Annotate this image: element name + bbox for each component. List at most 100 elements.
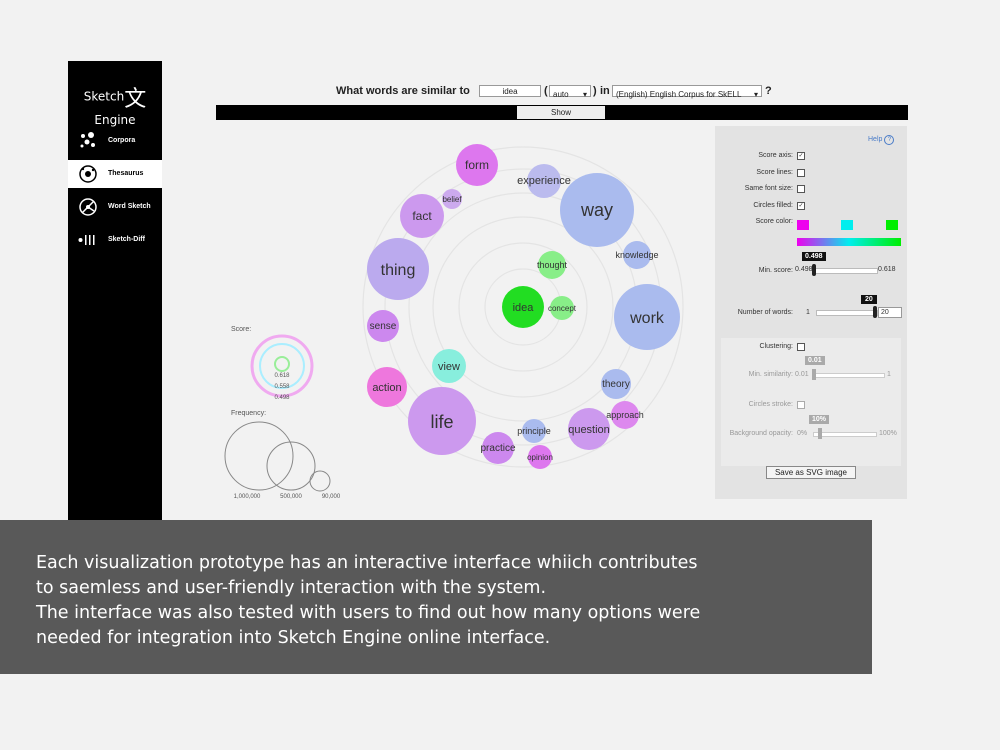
word-bubble[interactable]: approach xyxy=(606,401,644,429)
word-label: life xyxy=(430,412,453,432)
score-lines-label: Score lines: xyxy=(756,169,793,176)
pos-select[interactable]: auto ▾ xyxy=(549,85,591,99)
same-font-size-label: Same font size: xyxy=(744,185,793,192)
word-bubble[interactable]: action xyxy=(367,367,407,407)
sidebar-item-label: Corpora xyxy=(108,137,136,144)
score-lines-checkbox[interactable] xyxy=(797,169,805,177)
word-bubble[interactable]: form xyxy=(456,144,498,186)
score-axis-checkbox[interactable]: ✓ xyxy=(797,152,805,160)
word-label: fact xyxy=(412,209,432,223)
word-label: question xyxy=(568,424,610,436)
bg-opacity-handle[interactable] xyxy=(818,428,822,439)
num-words-label: Number of words: xyxy=(737,309,793,316)
settings-panel: Help ? Score axis: ✓ Score lines: Same f… xyxy=(715,126,907,499)
corpus-select[interactable]: (English) English Corpus for SkELL ▾ xyxy=(612,85,762,99)
word-input[interactable]: idea xyxy=(479,85,541,97)
word-bubble[interactable]: fact xyxy=(400,194,444,238)
help-link[interactable]: Help ? xyxy=(868,135,895,145)
min-score-value: 0.498 xyxy=(802,252,826,261)
word-label: way xyxy=(580,200,613,220)
num-words-left: 1 xyxy=(806,309,810,316)
word-bubble[interactable]: concept xyxy=(548,296,577,320)
num-words-handle[interactable] xyxy=(873,306,877,318)
word-label: theory xyxy=(602,379,630,390)
chevron-down-icon: ▾ xyxy=(753,90,758,99)
sidebar-item-word-sketch[interactable]: Word Sketch xyxy=(68,193,162,221)
word-label: form xyxy=(465,158,489,172)
caption-line: Each visualization prototype has an inte… xyxy=(36,553,698,573)
word-bubble[interactable]: belief xyxy=(442,189,462,209)
word-bubble[interactable]: sense xyxy=(367,310,399,342)
logo-glyph: 文 xyxy=(124,87,147,112)
show-button[interactable]: Show xyxy=(517,106,605,119)
num-words-slider[interactable] xyxy=(816,310,878,316)
word-bubble[interactable]: view xyxy=(432,349,466,383)
min-similarity-slider[interactable] xyxy=(813,373,885,378)
word-label: approach xyxy=(606,410,644,420)
word-label: practice xyxy=(480,443,515,454)
word-bubble[interactable]: thing xyxy=(367,238,429,300)
circles-filled-label: Circles filled: xyxy=(753,202,793,209)
frequency-legend-value: 1,000,000 xyxy=(234,494,261,500)
bg-opacity-left: 0% xyxy=(797,430,808,437)
color-swatch-max[interactable] xyxy=(886,220,898,230)
circles-stroke-checkbox[interactable] xyxy=(797,401,805,409)
word-bubble[interactable]: way xyxy=(560,173,634,247)
corpora-icon xyxy=(80,132,95,148)
sidebar-item-thesaurus[interactable]: Thesaurus xyxy=(68,160,162,188)
word-bubble[interactable]: theory xyxy=(601,369,631,399)
word-bubble[interactable]: thought xyxy=(537,251,568,279)
word-label: view xyxy=(438,361,460,373)
score-color-gradient xyxy=(797,238,901,246)
min-similarity-left: 0.01 xyxy=(795,371,809,378)
caption-line: needed for integration into Sketch Engin… xyxy=(36,628,551,648)
caption-line: The interface was also tested with users… xyxy=(36,603,701,623)
word-bubble[interactable]: life xyxy=(408,387,476,455)
score-legend-value: 0.498 xyxy=(274,395,290,401)
min-similarity-handle[interactable] xyxy=(812,369,816,380)
sketch-engine-logo[interactable]: Sketch文Engine xyxy=(68,81,162,127)
corpus-select-value: (English) English Corpus for SkELL xyxy=(616,90,742,99)
clustering-checkbox[interactable] xyxy=(797,343,805,351)
word-label: action xyxy=(372,382,401,394)
word-bubble[interactable]: knowledge xyxy=(615,241,659,269)
query-bar: What words are similar to idea ( auto ▾ )… xyxy=(336,85,772,99)
sidebar-item-label: Thesaurus xyxy=(108,170,144,177)
color-swatch-min[interactable] xyxy=(797,220,809,230)
word-bubble[interactable]: practice xyxy=(480,432,516,464)
word-bubble[interactable]: question xyxy=(568,408,610,450)
word-bubble[interactable]: work xyxy=(614,284,680,350)
word-bubble[interactable]: principle xyxy=(517,419,551,443)
bg-opacity-value: 10% xyxy=(809,415,830,424)
word-sketch-icon xyxy=(79,198,97,216)
min-score-label: Min. score: xyxy=(758,267,793,274)
thesaurus-visualization: Score: 0.618 0.558 0.498 Frequency: 1,00… xyxy=(224,144,684,500)
word-bubble-query[interactable]: idea xyxy=(502,286,544,328)
word-label: opinion xyxy=(527,453,553,462)
word-label: belief xyxy=(442,195,462,204)
bg-opacity-label: Background opacity: xyxy=(729,430,793,437)
word-label: sense xyxy=(370,321,397,332)
min-score-slider[interactable] xyxy=(814,268,878,274)
score-color-label: Score color: xyxy=(755,218,793,225)
word-label: knowledge xyxy=(615,250,658,260)
circles-stroke-label: Circles stroke: xyxy=(748,401,793,408)
color-swatch-mid[interactable] xyxy=(841,220,853,230)
word-label: thought xyxy=(537,260,568,270)
sidebar-item-corpora[interactable]: Corpora xyxy=(68,127,162,155)
min-score-handle[interactable] xyxy=(812,264,816,276)
score-legend-value: 0.618 xyxy=(274,373,290,379)
save-svg-button[interactable]: Save as SVG image xyxy=(766,466,856,479)
min-score-left: 0.498 xyxy=(795,266,813,273)
sidebar-item-sketch-diff[interactable]: Sketch-Diff xyxy=(68,226,162,254)
circles-filled-checkbox[interactable]: ✓ xyxy=(797,202,805,210)
sketch-diff-icon xyxy=(78,235,95,245)
num-words-input[interactable]: 20 xyxy=(878,307,902,318)
frequency-legend-value: 500,000 xyxy=(280,494,302,500)
bg-opacity-slider[interactable] xyxy=(813,432,877,437)
frequency-legend xyxy=(224,421,331,492)
score-legend-value: 0.558 xyxy=(274,384,290,390)
min-similarity-right: 1 xyxy=(887,371,891,378)
same-font-size-checkbox[interactable] xyxy=(797,185,805,193)
caption-line: to saemless and user-friendly interactio… xyxy=(36,578,547,598)
